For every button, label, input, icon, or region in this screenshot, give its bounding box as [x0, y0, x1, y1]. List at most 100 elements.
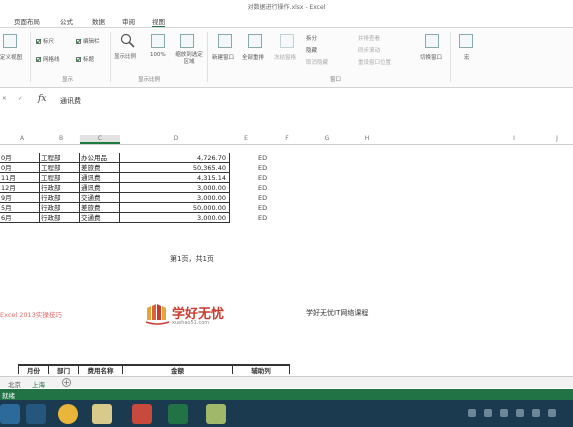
- new-window-icon[interactable]: [218, 34, 232, 48]
- side-by-side-button[interactable]: 并排查看: [358, 34, 380, 42]
- item-cell[interactable]: 交通费: [80, 213, 120, 223]
- dept-cell[interactable]: 行政部: [40, 183, 80, 193]
- custom-views-button[interactable]: 定义视图: [0, 53, 22, 61]
- column-header-i[interactable]: I: [508, 135, 520, 142]
- item-cell[interactable]: 通讯费: [80, 183, 120, 193]
- macros-button[interactable]: 宏: [464, 53, 470, 61]
- tab-page-layout[interactable]: 页面布局: [14, 16, 40, 26]
- add-sheet-icon[interactable]: +: [62, 378, 71, 387]
- sheet-tab-beijing[interactable]: 北京: [8, 379, 21, 389]
- custom-views-icon[interactable]: [3, 34, 17, 48]
- tab-view[interactable]: 视图: [152, 16, 165, 27]
- hide-button[interactable]: 隐藏: [306, 46, 317, 54]
- formula-input[interactable]: 通讯费: [60, 96, 81, 106]
- sig-cell[interactable]: ED: [258, 214, 267, 222]
- sig-cell[interactable]: ED: [258, 204, 267, 212]
- tray-icon[interactable]: [484, 409, 492, 417]
- month-cell[interactable]: 0月: [0, 163, 40, 173]
- sheet-tab-shanghai[interactable]: 上海: [32, 379, 45, 389]
- column-header-f[interactable]: F: [281, 135, 293, 142]
- folder-icon[interactable]: [92, 404, 112, 424]
- table-row[interactable]: 12月 行政部 通讯费 3,000.00 ED: [0, 183, 300, 193]
- item-cell[interactable]: 差旅费: [80, 203, 120, 213]
- month-cell[interactable]: 6月: [0, 213, 40, 223]
- app-icon[interactable]: [26, 404, 46, 424]
- item-cell[interactable]: 交通费: [80, 193, 120, 203]
- powerpoint-icon[interactable]: [132, 404, 152, 424]
- arrange-all-icon[interactable]: [248, 34, 262, 48]
- zoom-selection-icon[interactable]: [180, 34, 194, 48]
- amount-cell[interactable]: 3,000.00: [120, 183, 230, 193]
- column-header-a[interactable]: A: [16, 135, 28, 142]
- month-cell[interactable]: 9月: [0, 193, 40, 203]
- amount-cell[interactable]: 50,000.00: [120, 203, 230, 213]
- zoom-100-icon[interactable]: [151, 34, 165, 48]
- sync-scroll-button[interactable]: 同步滚动: [358, 46, 380, 54]
- sig-cell[interactable]: ED: [258, 174, 267, 182]
- sig-cell[interactable]: ED: [258, 184, 267, 192]
- header-month[interactable]: 月份: [18, 364, 48, 375]
- tray-icon[interactable]: [500, 409, 508, 417]
- tray-icon[interactable]: [532, 409, 540, 417]
- tray-icon[interactable]: [548, 409, 556, 417]
- function-icon[interactable]: fx: [38, 94, 46, 104]
- gridlines-checkbox[interactable]: 网格线: [36, 55, 60, 63]
- dept-cell[interactable]: 行政部: [40, 213, 80, 223]
- column-header-h[interactable]: H: [361, 135, 373, 142]
- tray-icon[interactable]: [468, 409, 476, 417]
- start-icon[interactable]: [0, 404, 20, 424]
- split-button[interactable]: 拆分: [306, 34, 317, 42]
- table-row[interactable]: 9月 行政部 交通费 3,000.00 ED: [0, 193, 300, 203]
- table-row[interactable]: 6月 行政部 交通费 3,000.00 ED: [0, 213, 300, 223]
- new-window-button[interactable]: 新建窗口: [212, 53, 234, 61]
- table-row[interactable]: 5月 行政部 差旅费 50,000.00 ED: [0, 203, 300, 213]
- tray-icon[interactable]: [516, 409, 524, 417]
- month-cell[interactable]: 5月: [0, 203, 40, 213]
- month-cell[interactable]: 0月: [0, 153, 40, 163]
- formula-bar-checkbox[interactable]: 编辑栏: [76, 37, 100, 45]
- freeze-panes-button[interactable]: 冻结窗格: [274, 53, 296, 61]
- item-cell[interactable]: 差旅费: [80, 163, 120, 173]
- zoom-selection-button[interactable]: 缩放到选定区域: [173, 52, 205, 66]
- switch-windows-icon[interactable]: [425, 34, 439, 48]
- header-amount[interactable]: 金额: [122, 364, 232, 375]
- header-helper[interactable]: 辅助列: [232, 364, 290, 375]
- column-header-c[interactable]: C: [80, 135, 120, 144]
- tab-data[interactable]: 数据: [92, 16, 105, 26]
- headings-checkbox[interactable]: 标题: [76, 55, 94, 63]
- column-header-b[interactable]: B: [55, 135, 67, 142]
- column-header-e[interactable]: E: [240, 135, 252, 142]
- column-header-d[interactable]: D: [170, 135, 182, 142]
- cancel-icon[interactable]: ✕: [2, 96, 7, 102]
- arrange-all-button[interactable]: 全部重排: [242, 53, 264, 61]
- sig-cell[interactable]: ED: [258, 154, 267, 162]
- zoom-magnifier-icon[interactable]: [120, 33, 136, 49]
- excel-icon[interactable]: [168, 404, 188, 424]
- table-row[interactable]: 11月 工程部 通讯费 4,315.14 ED: [0, 173, 300, 183]
- freeze-panes-icon[interactable]: [280, 34, 294, 48]
- dept-cell[interactable]: 工程部: [40, 163, 80, 173]
- sig-cell[interactable]: ED: [258, 164, 267, 172]
- tab-review[interactable]: 审阅: [122, 16, 135, 26]
- amount-cell[interactable]: 4,726.70: [120, 153, 230, 163]
- header-dept[interactable]: 部门: [48, 364, 78, 375]
- amount-cell[interactable]: 3,000.00: [120, 213, 230, 223]
- item-cell[interactable]: 办公用品: [80, 153, 120, 163]
- table-row[interactable]: 0月 工程部 差旅费 50,365.40 ED: [0, 163, 300, 173]
- dept-cell[interactable]: 行政部: [40, 193, 80, 203]
- sig-cell[interactable]: ED: [258, 194, 267, 202]
- month-cell[interactable]: 12月: [0, 183, 40, 193]
- unhide-button[interactable]: 取消隐藏: [306, 58, 328, 66]
- amount-cell[interactable]: 50,365.40: [120, 163, 230, 173]
- ruler-checkbox[interactable]: 标尺: [36, 37, 54, 45]
- item-cell[interactable]: 通讯费: [80, 173, 120, 183]
- image-viewer-icon[interactable]: [206, 404, 226, 424]
- confirm-icon[interactable]: ✓: [18, 96, 23, 102]
- zoom-100-button[interactable]: 100%: [150, 52, 166, 58]
- dept-cell[interactable]: 工程部: [40, 153, 80, 163]
- amount-cell[interactable]: 3,000.00: [120, 193, 230, 203]
- column-header-j[interactable]: J: [551, 135, 563, 142]
- switch-windows-button[interactable]: 切换窗口: [420, 53, 442, 61]
- reset-position-button[interactable]: 重设窗口位置: [358, 58, 391, 66]
- macros-icon[interactable]: [459, 34, 473, 48]
